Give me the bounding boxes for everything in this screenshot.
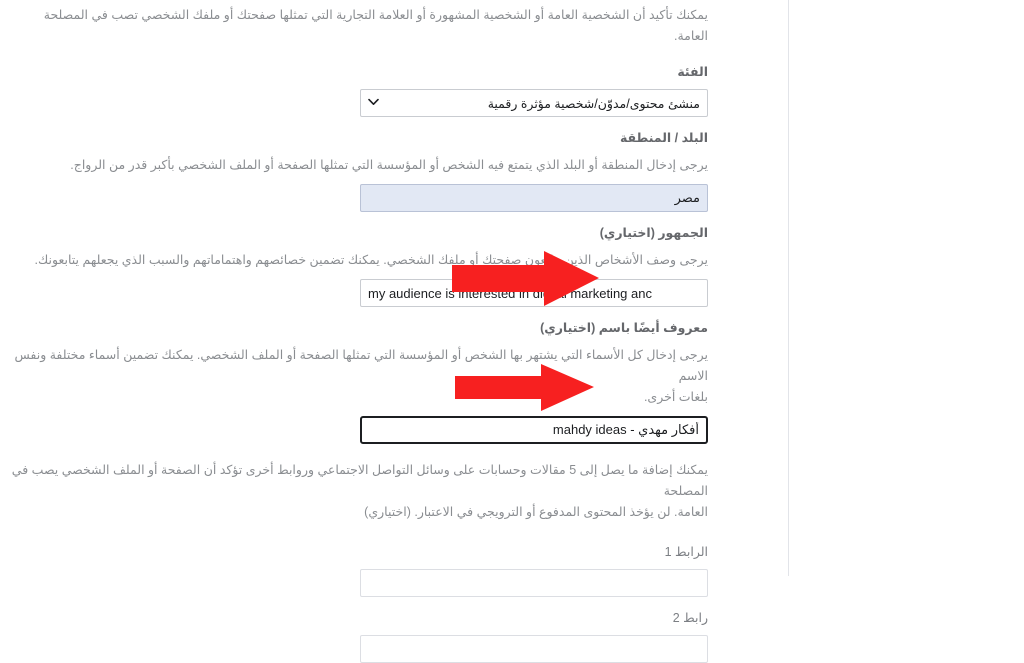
intro-note: يمكنك تأكيد أن الشخصية العامة أو الشخصية…: [43, 8, 708, 43]
country-label: البلد / المنطقة: [619, 131, 708, 145]
also-known-as-input[interactable]: [360, 416, 708, 444]
field-group-audience: الجمهور (اختياري) يرجى وصف الأشخاص الذين…: [8, 224, 708, 307]
page-wrapper: يمكنك تأكيد أن الشخصية العامة أو الشخصية…: [0, 0, 1024, 663]
field-group-category: الفئة منشئ محتوى/مدوّن/شخصية مؤثرة رقمية: [8, 63, 708, 117]
field-group-also-known-as: معروف أيضًا باسم (اختياري) يرجى إدخال كل…: [8, 319, 708, 444]
also-known-as-label: معروف أيضًا باسم (اختياري): [540, 321, 708, 335]
audience-label: الجمهور (اختياري): [599, 226, 708, 240]
audience-help-text: يرجى وصف الأشخاص الذين يتابعون صفحتك أو …: [34, 253, 708, 267]
category-selected-value: منشئ محتوى/مدوّن/شخصية مؤثرة رقمية: [487, 96, 700, 111]
links-note-line-1: يمكنك إضافة ما يصل إلى 5 مقالات وحسابات …: [11, 463, 708, 498]
page-transparency-form: يمكنك تأكيد أن الشخصية العامة أو الشخصية…: [8, 0, 708, 663]
links-note-line-2: العامة. لن يؤخذ المحتوى المدفوع أو الترو…: [364, 505, 708, 519]
content-column: يمكنك تأكيد أن الشخصية العامة أو الشخصية…: [0, 0, 788, 663]
field-group-country: البلد / المنطقة يرجى إدخال المنطقة أو ال…: [8, 129, 708, 212]
country-help-text: يرجى إدخال المنطقة أو البلد الذي يتمتع ف…: [70, 158, 708, 172]
category-select[interactable]: منشئ محتوى/مدوّن/شخصية مؤثرة رقمية: [360, 89, 708, 117]
field-group-link1: الرابط 1: [8, 543, 708, 597]
link1-input[interactable]: [360, 569, 708, 597]
link1-label: الرابط 1: [664, 545, 708, 559]
left-gutter: [788, 0, 1024, 576]
category-label: الفئة: [677, 65, 708, 79]
also-known-as-help-line-2: بلغات أخرى.: [643, 390, 708, 404]
field-group-link2: رابط 2: [8, 609, 708, 663]
link2-label: رابط 2: [672, 611, 708, 625]
chevron-down-icon: [368, 98, 379, 109]
audience-input[interactable]: [360, 279, 708, 307]
link2-input[interactable]: [360, 635, 708, 663]
also-known-as-help-line-1: يرجى إدخال كل الأسماء التي يشتهر بها الش…: [14, 348, 708, 383]
country-input[interactable]: [360, 184, 708, 212]
